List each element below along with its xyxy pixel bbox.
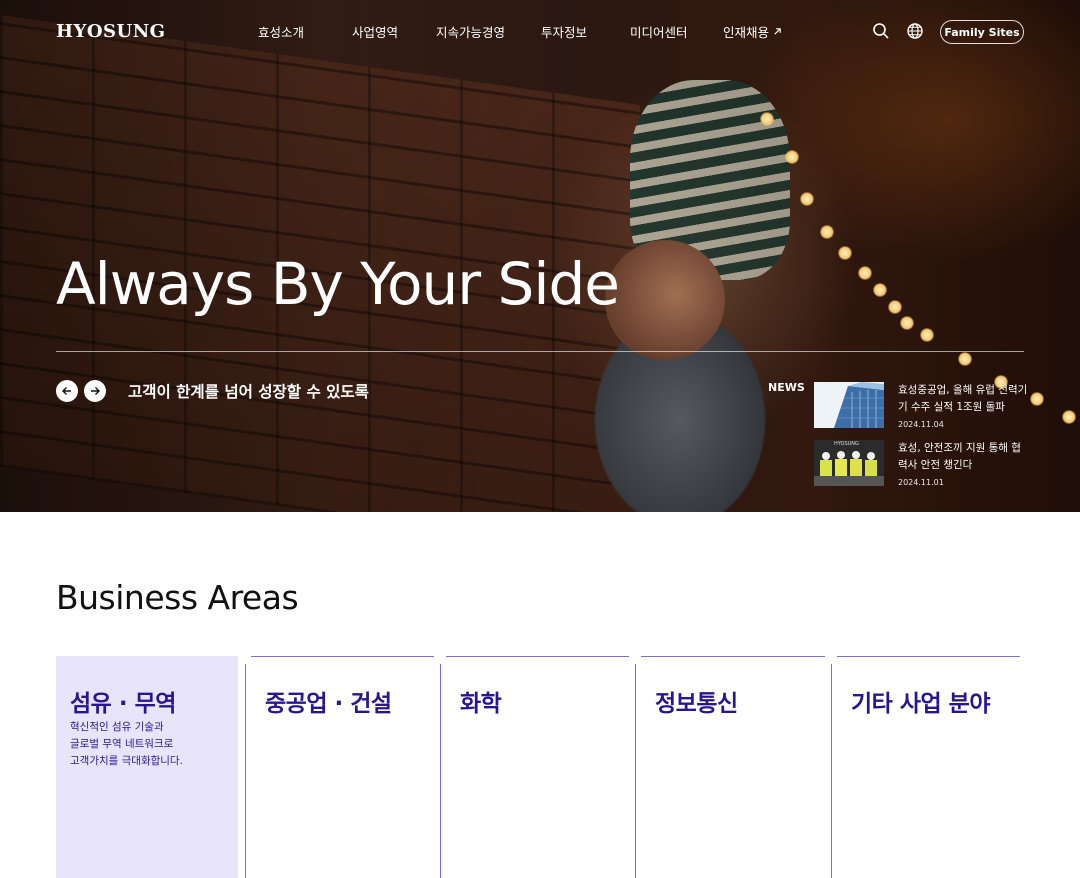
light-bulb: [888, 300, 902, 314]
hero-banner: HYOSUNG 효성소개 사업영역 지속가능경영 투자정보 미디어센터 인재채용: [0, 0, 1080, 512]
light-bulb: [873, 283, 887, 297]
business-card-other[interactable]: 기타 사업 분야: [831, 656, 1020, 878]
light-bulb: [858, 266, 872, 280]
light-bulb: [900, 316, 914, 330]
hero-divider: [56, 351, 1024, 352]
business-areas-title: Business Areas: [56, 578, 299, 617]
news-title: 효성중공업, 올해 유럽 전력기기 수주 실적 1조원 돌파: [898, 384, 1028, 413]
card-description: 혁신적인 섬유 기술과 글로벌 무역 네트워크로 고객가치를 극대화합니다.: [70, 721, 183, 767]
hero-headline: Always By Your Side: [56, 250, 620, 318]
news-item[interactable]: HYOSUNG 효성, 안전조끼 지원 통해 협력사 안전 챙긴다 2024.1…: [814, 440, 1026, 492]
light-bulb: [785, 150, 799, 164]
search-icon[interactable]: [872, 22, 890, 40]
card-title: 정보통신: [655, 691, 738, 717]
light-bulb: [760, 112, 774, 126]
next-slide-button[interactable]: [84, 380, 106, 402]
light-bulb: [1062, 410, 1076, 424]
menu-item-sustainability[interactable]: 지속가능경영: [436, 22, 506, 41]
arrow-right-icon: [91, 387, 100, 395]
business-card-it[interactable]: 정보통신: [635, 656, 825, 878]
light-bulb: [820, 225, 834, 239]
globe-icon[interactable]: [906, 22, 924, 40]
light-bulb: [958, 352, 972, 366]
top-navigation: HYOSUNG 효성소개 사업영역 지속가능경영 투자정보 미디어센터 인재채용: [0, 0, 1080, 64]
news-thumbnail: HYOSUNG: [814, 440, 884, 486]
menu-item-media[interactable]: 미디어센터: [630, 22, 688, 41]
news-item[interactable]: 효성중공업, 올해 유럽 전력기기 수주 실적 1조원 돌파 2024.11.0…: [814, 382, 1028, 434]
prev-slide-button[interactable]: [56, 380, 78, 402]
light-bulb: [800, 192, 814, 206]
family-sites-button[interactable]: Family Sites: [940, 20, 1024, 44]
light-bulb: [920, 328, 934, 342]
menu-item-investor[interactable]: 투자정보: [541, 22, 587, 41]
news-title: 효성, 안전조끼 지원 통해 협력사 안전 챙긴다: [898, 442, 1021, 471]
business-card-chemicals[interactable]: 화학: [440, 656, 629, 878]
news-thumbnail: [814, 382, 884, 428]
menu-item-careers[interactable]: 인재채용: [723, 22, 783, 41]
card-title: 중공업 · 건설: [265, 691, 392, 717]
news-date: 2024.11.01: [898, 478, 944, 487]
menu-item-about[interactable]: 효성소개: [258, 22, 304, 41]
light-bulb: [838, 246, 852, 260]
card-title: 기타 사업 분야: [851, 691, 990, 717]
menu-item-business[interactable]: 사업영역: [352, 22, 398, 41]
news-label: NEWS: [768, 381, 805, 394]
hero-subline: 고객이 한계를 넘어 성장할 수 있도록: [128, 383, 369, 401]
business-cards: 섬유 · 무역 혁신적인 섬유 기술과 글로벌 무역 네트워크로 고객가치를 극…: [56, 656, 1024, 878]
business-card-textile-trade[interactable]: 섬유 · 무역 혁신적인 섬유 기술과 글로벌 무역 네트워크로 고객가치를 극…: [56, 656, 238, 878]
news-date: 2024.11.04: [898, 420, 944, 429]
card-title: 화학: [460, 691, 502, 717]
external-arrow-icon: [774, 28, 781, 35]
hyosung-logo[interactable]: HYOSUNG: [56, 21, 166, 42]
business-card-heavy-industry[interactable]: 중공업 · 건설: [245, 656, 434, 878]
arrow-left-icon: [62, 387, 71, 395]
card-title: 섬유 · 무역: [70, 691, 176, 717]
light-bulb: [1030, 392, 1044, 406]
